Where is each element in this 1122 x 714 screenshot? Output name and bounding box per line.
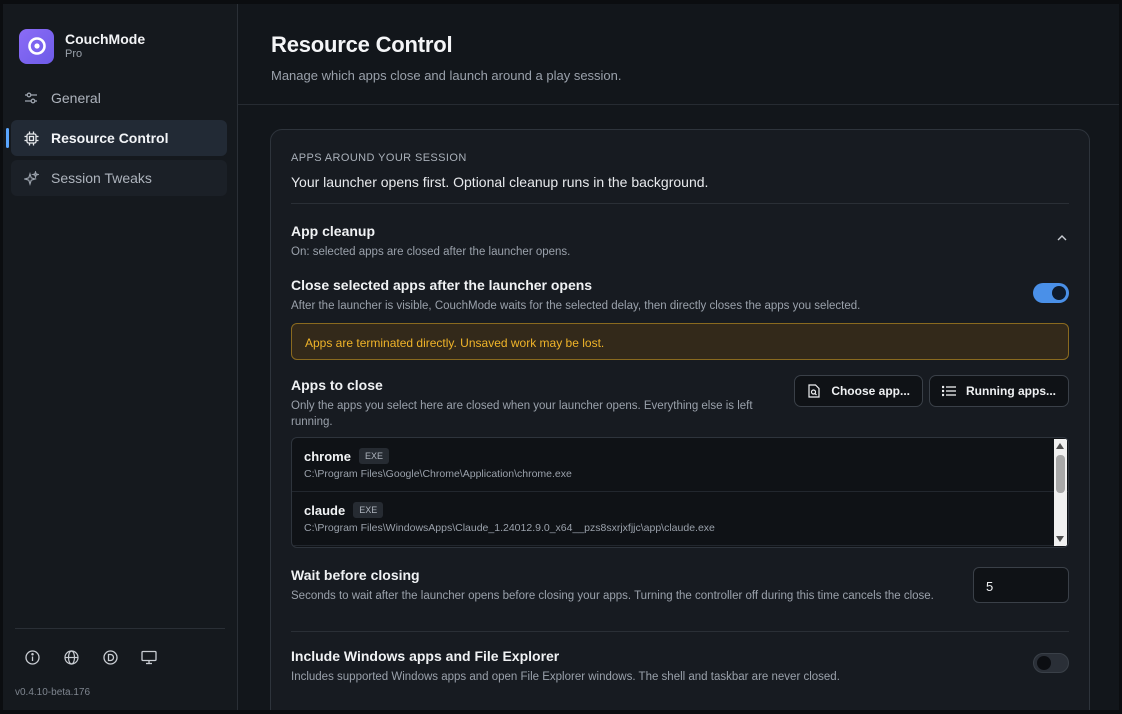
windows-apps-title: Include Windows apps and File Explorer (291, 648, 560, 664)
sidebar-item-label: Resource Control (51, 130, 169, 146)
list-scrollbar[interactable] (1054, 439, 1067, 546)
brand: CouchMode Pro (3, 4, 237, 72)
running-apps-button[interactable]: Running apps... (929, 375, 1069, 407)
discord-icon[interactable] (102, 649, 118, 665)
scroll-up-arrow-icon[interactable] (1056, 443, 1064, 449)
app-cleanup-collapsible[interactable]: App cleanup On: selected apps are closed… (291, 223, 1069, 263)
wait-before-closing-row: Wait before closing Seconds to wait afte… (291, 567, 1069, 632)
couchmode-logo-icon (19, 28, 54, 64)
include-windows-apps-toggle[interactable] (1033, 653, 1069, 673)
app-path: C:\Program Files\WindowsApps\Claude_1.24… (304, 522, 715, 534)
apps-to-close-header: Apps to close Only the apps you select h… (291, 375, 1069, 437)
section-header: APPS AROUND YOUR SESSION Your launcher o… (291, 130, 1069, 204)
app-type-badge: EXE (358, 448, 389, 464)
windows-apps-description: Includes supported Windows apps and open… (291, 671, 840, 683)
list-icon (942, 384, 956, 398)
sparkles-icon (23, 170, 39, 186)
toggle-knob (1052, 286, 1066, 300)
monitor-icon[interactable] (141, 649, 157, 665)
data-loss-warning: Apps are terminated directly. Unsaved wo… (291, 323, 1069, 360)
app-cleanup-description: On: selected apps are closed after the l… (291, 246, 571, 258)
sidebar-item-label: Session Tweaks (51, 170, 152, 186)
sidebar-item-session-tweaks[interactable]: Session Tweaks (11, 160, 227, 196)
wait-title: Wait before closing (291, 567, 420, 583)
choose-app-button[interactable]: Choose app... (794, 375, 923, 407)
chip-icon (23, 130, 39, 146)
page-subtitle: Manage which apps close and launch aroun… (271, 68, 622, 83)
close-after-launch-title: Close selected apps after the launcher o… (291, 277, 593, 293)
choose-app-label: Choose app... (831, 384, 910, 398)
brand-tier: Pro (65, 48, 83, 60)
page-title: Resource Control (271, 32, 453, 57)
app-name: chrome (304, 448, 351, 464)
sliders-icon (23, 90, 39, 106)
main-content: Resource Control Manage which apps close… (238, 4, 1119, 710)
section-description: Your launcher opens first. Optional clea… (291, 174, 709, 190)
section-kicker: APPS AROUND YOUR SESSION (291, 152, 467, 164)
apps-to-close-list[interactable]: chrome EXE C:\Program Files\Google\Chrom… (291, 437, 1069, 548)
chevron-up-icon[interactable] (1055, 231, 1069, 245)
page-header: Resource Control Manage which apps close… (238, 4, 1119, 105)
app-cleanup-title: App cleanup (291, 223, 376, 239)
scroll-thumb[interactable] (1056, 455, 1065, 493)
close-after-launch-description: After the launcher is visible, CouchMode… (291, 300, 861, 312)
sidebar-item-general[interactable]: General (11, 80, 227, 116)
app-name: claude (304, 502, 346, 518)
app-version: v0.4.10-beta.176 (15, 687, 91, 698)
running-apps-label: Running apps... (966, 384, 1056, 398)
app-window: CouchMode Pro General Resource Control S… (3, 4, 1119, 710)
info-icon[interactable] (24, 649, 40, 665)
sidebar-item-resource-control[interactable]: Resource Control (6, 120, 227, 156)
apps-to-close-description: Only the apps you select here are closed… (291, 400, 753, 428)
scroll-down-arrow-icon[interactable] (1056, 536, 1064, 542)
wait-seconds-input[interactable]: 5 (973, 567, 1069, 603)
wait-description: Seconds to wait after the launcher opens… (291, 590, 934, 602)
sidebar-footer: v0.4.10-beta.176 (15, 628, 225, 710)
include-windows-apps-row: Include Windows apps and File Explorer I… (291, 648, 1069, 688)
sidebar: CouchMode Pro General Resource Control S… (3, 4, 238, 710)
sidebar-nav: General Resource Control Session Tweaks (3, 72, 237, 196)
close-after-launch-toggle[interactable] (1033, 283, 1069, 303)
list-item[interactable]: claude EXE C:\Program Files\WindowsApps\… (292, 492, 1068, 546)
sidebar-item-label: General (51, 90, 101, 106)
app-type-badge: EXE (353, 502, 384, 518)
file-search-icon (807, 384, 821, 398)
toggle-knob (1037, 656, 1051, 670)
app-path: C:\Program Files\Google\Chrome\Applicati… (304, 468, 572, 480)
close-after-launch-row: Close selected apps after the launcher o… (291, 277, 1069, 321)
list-item[interactable]: chrome EXE C:\Program Files\Google\Chrom… (292, 438, 1068, 492)
brand-name: CouchMode (65, 31, 146, 47)
globe-icon[interactable] (63, 649, 79, 665)
apps-around-session-card: APPS AROUND YOUR SESSION Your launcher o… (270, 129, 1090, 710)
